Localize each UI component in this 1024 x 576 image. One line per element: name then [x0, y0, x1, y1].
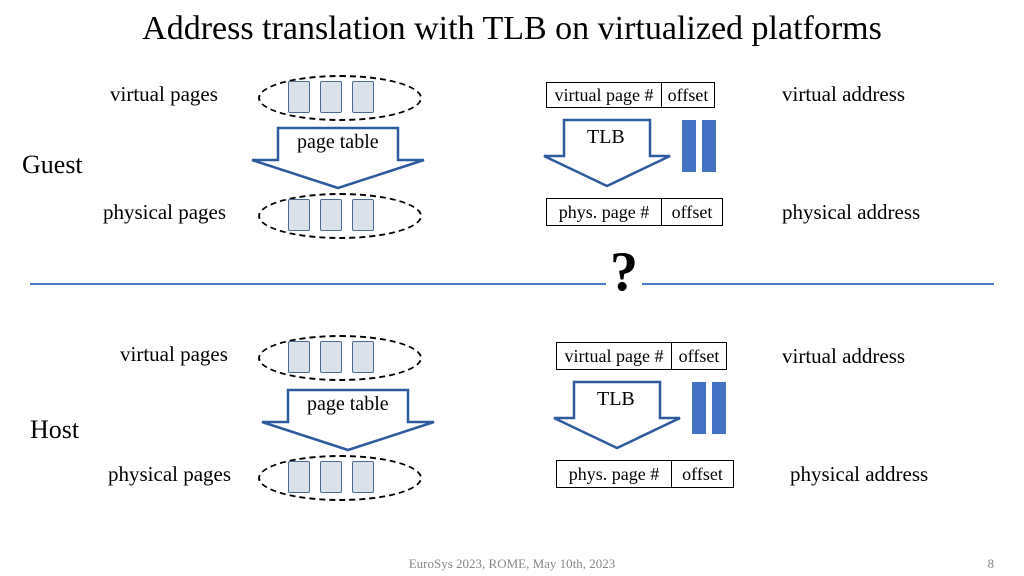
- guest-label: Guest: [22, 150, 83, 180]
- guest-physical-page-icon: [320, 199, 342, 231]
- guest-virtual-page-icon: [320, 81, 342, 113]
- guest-physical-page-icon: [352, 199, 374, 231]
- host-virtual-page-icon: [288, 341, 310, 373]
- guest-poffset-box: offset: [661, 198, 723, 226]
- host-tlb-bar-icon: [692, 382, 706, 434]
- host-physical-pages-label: physical pages: [108, 462, 231, 487]
- host-physical-page-icon: [288, 461, 310, 493]
- guest-virtual-address-label: virtual address: [782, 82, 905, 107]
- host-virtual-address-label: virtual address: [782, 344, 905, 369]
- host-voffset-box: offset: [671, 342, 727, 370]
- host-physical-page-icon: [320, 461, 342, 493]
- host-physical-page-icon: [352, 461, 374, 493]
- guest-virtual-page-icon: [288, 81, 310, 113]
- host-label: Host: [30, 415, 79, 445]
- host-physical-address-label: physical address: [790, 462, 928, 487]
- question-mark-icon: ?: [606, 240, 642, 304]
- guest-virtual-pages-label: virtual pages: [110, 82, 218, 107]
- guest-tlb-label: TLB: [587, 126, 625, 149]
- host-ppn-box: phys. page #: [556, 460, 672, 488]
- guest-tlb-bar-icon: [682, 120, 696, 172]
- guest-ppn-box: phys. page #: [546, 198, 662, 226]
- host-virtual-page-icon: [352, 341, 374, 373]
- guest-tlb-bar-icon: [702, 120, 716, 172]
- footer-page-number: 8: [988, 556, 995, 572]
- host-virtual-pages-label: virtual pages: [120, 342, 228, 367]
- host-vpn-box: virtual page #: [556, 342, 672, 370]
- guest-host-divider-icon: [30, 283, 994, 285]
- guest-vpn-box: virtual page #: [546, 82, 662, 108]
- slide-title: Address translation with TLB on virtuali…: [0, 10, 1024, 48]
- guest-physical-address-label: physical address: [782, 200, 920, 225]
- guest-virtual-page-icon: [352, 81, 374, 113]
- guest-voffset-box: offset: [661, 82, 715, 108]
- guest-physical-pages-label: physical pages: [103, 200, 226, 225]
- guest-physical-page-icon: [288, 199, 310, 231]
- footer-conference: EuroSys 2023, ROME, May 10th, 2023: [0, 556, 1024, 572]
- host-page-table-label: page table: [307, 393, 389, 416]
- guest-page-table-label: page table: [297, 131, 379, 154]
- host-tlb-bar-icon: [712, 382, 726, 434]
- host-tlb-label: TLB: [597, 388, 635, 411]
- host-virtual-page-icon: [320, 341, 342, 373]
- host-poffset-box: offset: [671, 460, 734, 488]
